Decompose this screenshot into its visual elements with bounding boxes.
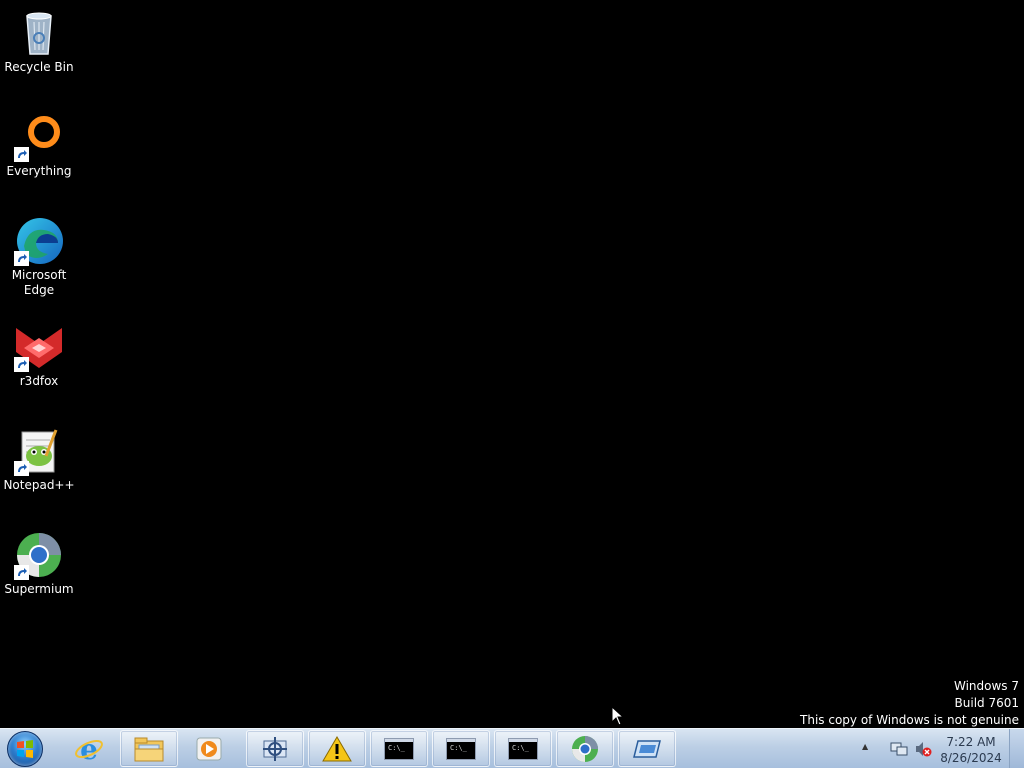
taskbar-windows-explorer[interactable] bbox=[120, 730, 178, 767]
edge-icon bbox=[14, 216, 64, 266]
shortcut-arrow-icon bbox=[14, 565, 29, 580]
desktop-icon-notepad-plus-plus[interactable]: Notepad++ bbox=[0, 422, 78, 493]
supermium-icon bbox=[572, 735, 598, 762]
warning-icon bbox=[322, 735, 352, 761]
command-prompt-icon: C:\_ bbox=[384, 737, 414, 760]
supermium-icon bbox=[14, 530, 64, 580]
media-player-icon bbox=[196, 737, 222, 760]
desktop-icon-label: Everything bbox=[6, 164, 72, 178]
watermark-build: Build 7601 bbox=[954, 696, 1019, 710]
taskbar-media-player[interactable] bbox=[182, 730, 236, 767]
taskbar-command-prompt-3[interactable]: C:\_ bbox=[494, 730, 552, 767]
taskbar-warning-app[interactable] bbox=[308, 730, 366, 767]
mouse-cursor-icon bbox=[611, 706, 625, 726]
internet-explorer-icon: e bbox=[75, 734, 103, 764]
desktop-icon-supermium[interactable]: Supermium bbox=[0, 526, 78, 597]
start-button[interactable] bbox=[5, 731, 45, 767]
shortcut-arrow-icon bbox=[14, 147, 29, 162]
network-icon[interactable] bbox=[890, 741, 908, 757]
taskbar-internet-explorer[interactable]: e bbox=[62, 730, 116, 767]
command-prompt-icon: C:\_ bbox=[446, 737, 476, 760]
shortcut-arrow-icon bbox=[14, 357, 29, 372]
desktop-icon-recycle-bin[interactable]: Recycle Bin bbox=[0, 4, 78, 75]
windows-watermark: Windows 7 Build 7601 This copy of Window… bbox=[800, 678, 1019, 729]
notepad-plus-plus-icon bbox=[14, 426, 64, 476]
desktop-icon-r3dfox[interactable]: r3dfox bbox=[0, 318, 78, 389]
volume-muted-icon[interactable] bbox=[914, 741, 932, 757]
taskbar-command-prompt-2[interactable]: C:\_ bbox=[432, 730, 490, 767]
recycle-bin-icon bbox=[14, 8, 64, 58]
clock-date: 8/26/2024 bbox=[940, 751, 1002, 765]
desktop-icon-label: r3dfox bbox=[19, 374, 59, 388]
shortcut-arrow-icon bbox=[14, 461, 29, 476]
watermark-os: Windows 7 bbox=[953, 679, 1019, 693]
desktop-icon-label: Microsoft Edge bbox=[11, 268, 67, 297]
taskbar-supermium[interactable] bbox=[556, 730, 614, 767]
desktop: Recycle Bin Everything Microsoft Edge r3… bbox=[0, 0, 1024, 728]
clock-time: 7:22 AM bbox=[946, 735, 996, 749]
taskbar-command-prompt-1[interactable]: C:\_ bbox=[370, 730, 428, 767]
desktop-icon-microsoft-edge[interactable]: Microsoft Edge bbox=[0, 212, 78, 298]
everything-icon bbox=[14, 112, 64, 162]
desktop-icon-label: Notepad++ bbox=[3, 478, 75, 492]
show-hidden-icons-button[interactable]: ▲ bbox=[862, 742, 868, 751]
window-icon bbox=[633, 739, 661, 758]
desktop-icon-label: Recycle Bin bbox=[4, 60, 74, 74]
show-desktop-button[interactable] bbox=[1009, 729, 1024, 768]
windows-logo-icon bbox=[7, 731, 43, 767]
command-prompt-icon: C:\_ bbox=[508, 737, 538, 760]
r3dfox-icon bbox=[14, 322, 64, 372]
desktop-icon-everything[interactable]: Everything bbox=[0, 108, 78, 179]
desktop-icon-label: Supermium bbox=[4, 582, 74, 596]
taskbar-clock[interactable]: 7:22 AM 8/26/2024 bbox=[936, 734, 1006, 766]
control-panel-icon bbox=[263, 736, 287, 761]
taskbar-control-panel[interactable] bbox=[246, 730, 304, 767]
shortcut-arrow-icon bbox=[14, 251, 29, 266]
windows-explorer-icon bbox=[134, 737, 164, 761]
taskbar: e C:\_ C:\_ C:\_ ▲ 7:22 AM 8/26/2024 bbox=[0, 728, 1024, 768]
svg-text:e: e bbox=[80, 734, 98, 764]
watermark-genuine-notice: This copy of Windows is not genuine bbox=[800, 713, 1019, 727]
system-tray: ▲ 7:22 AM 8/26/2024 bbox=[858, 729, 1024, 768]
taskbar-window-app[interactable] bbox=[618, 730, 676, 767]
